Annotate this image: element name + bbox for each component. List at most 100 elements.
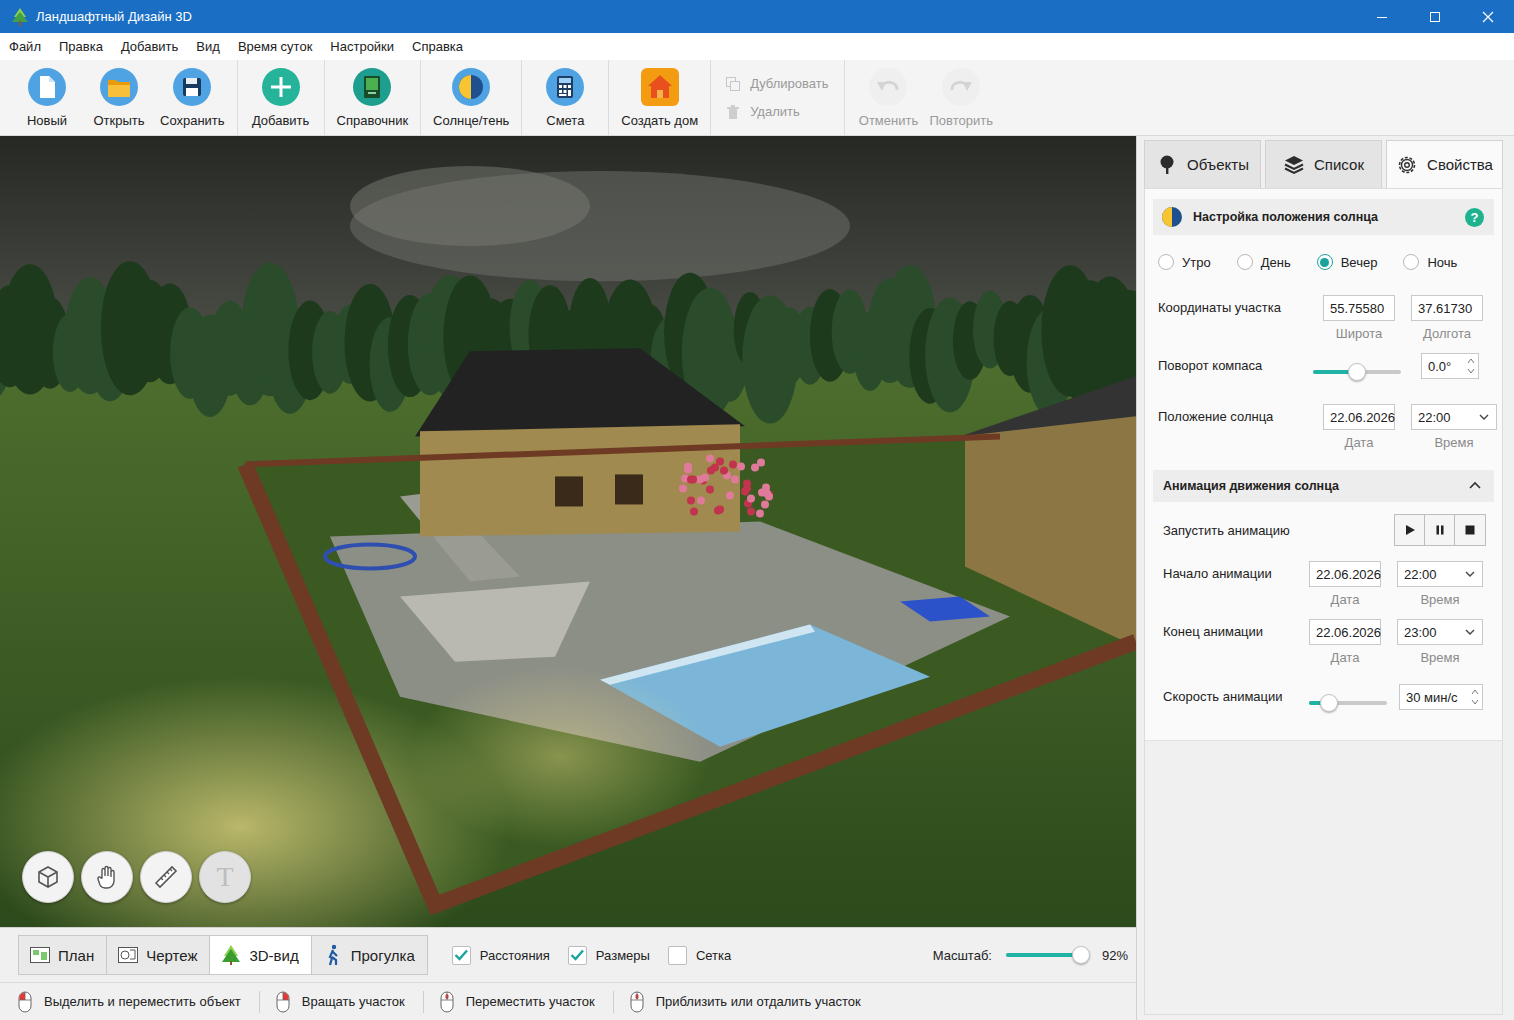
menu-item[interactable]: Справка <box>403 35 472 58</box>
toolbar-button-label: Дублировать <box>750 76 828 91</box>
field: 22:00 Время <box>1397 561 1483 607</box>
ruler-icon <box>152 863 180 891</box>
view-3d[interactable]: T <box>0 136 1136 927</box>
checkbox[interactable] <box>668 946 687 965</box>
panel-tab[interactable]: Свойства <box>1386 140 1503 188</box>
view-options: Расстояния Размеры Сетка <box>452 946 731 965</box>
text-field[interactable]: 55.75580 <box>1323 295 1395 321</box>
toolbar-small-button[interactable]: Удалить <box>725 104 828 120</box>
window-title: Ландшафтный Дизайн 3D <box>36 9 192 24</box>
toolbar-button[interactable]: Справочник <box>332 60 414 135</box>
pause-button[interactable] <box>1425 515 1455 545</box>
view-option[interactable]: Расстояния <box>452 946 550 965</box>
status-hint: Выделить и переместить объект <box>18 991 260 1013</box>
field-value: 55.75580 <box>1330 301 1384 316</box>
toolbar-button[interactable]: Смета <box>529 60 601 135</box>
toolbar-button[interactable]: Создать дом <box>616 60 703 135</box>
time-of-day: Утро День Вечер Ночь <box>1153 251 1494 273</box>
time-select[interactable]: 23:00 <box>1397 619 1483 645</box>
create-house-icon <box>640 67 680 107</box>
view-mode-tab[interactable]: План <box>19 936 107 974</box>
view-tool-button[interactable]: T <box>199 851 251 903</box>
text-field[interactable]: 22.06.2026 <box>1309 561 1381 587</box>
close-button[interactable] <box>1461 0 1514 33</box>
animation-header[interactable]: Анимация движения солнца <box>1153 470 1494 502</box>
slider-thumb[interactable] <box>1348 363 1366 381</box>
menu-item[interactable]: Правка <box>50 35 112 58</box>
time-select[interactable]: 22:00 <box>1411 404 1497 430</box>
radio[interactable] <box>1158 254 1174 270</box>
speed-slider[interactable] <box>1309 701 1387 705</box>
panel-tab[interactable]: Список <box>1265 140 1382 188</box>
garden-scene[interactable] <box>0 136 1136 927</box>
field-value: 22:00 <box>1418 410 1451 425</box>
slider-thumb[interactable] <box>1320 694 1338 712</box>
text-field[interactable]: 22.06.2026 <box>1309 619 1381 645</box>
toolbar-button[interactable]: Отменить <box>852 60 924 135</box>
help-button[interactable]: ? <box>1465 208 1484 227</box>
view-mode-tab[interactable]: 3D-вид <box>210 936 311 974</box>
row-label: Запустить анимацию <box>1163 523 1394 538</box>
panel-tab[interactable]: Объекты <box>1144 140 1261 188</box>
scale-slider[interactable] <box>1006 953 1088 957</box>
spin-arrows-icon <box>1466 355 1476 377</box>
radio-label: День <box>1261 255 1291 270</box>
time-select[interactable]: 22:00 <box>1397 561 1483 587</box>
time-of-day-option[interactable]: Ночь <box>1403 254 1457 270</box>
main-area: T ПланЧертеж3D-видПрогулка Расстояния Разме… <box>0 136 1514 1020</box>
view-mode-tab[interactable]: Прогулка <box>312 936 427 974</box>
time-of-day-option[interactable]: Утро <box>1158 254 1211 270</box>
toolbar-small-button[interactable]: Дублировать <box>725 76 828 92</box>
new-file-icon <box>27 67 67 107</box>
view-mode-tab[interactable]: Чертеж <box>107 936 210 974</box>
menu-item[interactable]: Время суток <box>229 35 321 58</box>
text-tool-label: T <box>216 861 233 893</box>
view-tool-button[interactable] <box>81 851 133 903</box>
toolbar-button[interactable]: Солнце/тень <box>428 60 514 135</box>
view-option[interactable]: Сетка <box>668 946 731 965</box>
toolbar-button[interactable]: Повторить <box>924 60 997 135</box>
text-field[interactable]: 37.61730 <box>1411 295 1483 321</box>
radio[interactable] <box>1317 254 1333 270</box>
toolbar-button[interactable]: Добавить <box>245 60 317 135</box>
status-text: Выделить и переместить объект <box>44 994 241 1009</box>
time-of-day-option[interactable]: День <box>1237 254 1291 270</box>
toolbar-button-label: Удалить <box>750 104 800 119</box>
play-button[interactable] <box>1395 515 1425 545</box>
status-hint: Вращать участок <box>276 991 424 1013</box>
slider-thumb[interactable] <box>1072 946 1090 964</box>
undo-arrow-icon <box>868 67 908 107</box>
field-caption: Время <box>1420 592 1459 607</box>
compass-slider[interactable] <box>1313 370 1401 374</box>
radio[interactable] <box>1403 254 1419 270</box>
toolbar-button[interactable]: Новый <box>11 60 83 135</box>
drawing-icon <box>117 944 139 966</box>
maximize-button[interactable] <box>1408 0 1461 33</box>
stop-button[interactable] <box>1455 515 1485 545</box>
scale-reading: 92% <box>1102 948 1128 963</box>
time-of-day-option[interactable]: Вечер <box>1317 254 1378 270</box>
maximize-icon <box>1429 11 1441 23</box>
field-caption: Широта <box>1336 326 1382 341</box>
view-tool-button[interactable] <box>22 851 74 903</box>
field-row: Координаты участка55.75580Широта37.61730… <box>1153 295 1494 341</box>
minimize-button[interactable] <box>1355 0 1408 33</box>
view-tool-button[interactable] <box>140 851 192 903</box>
menu-item[interactable]: Добавить <box>112 35 187 58</box>
toolbar-button-label: Повторить <box>929 113 992 128</box>
compass-spinner[interactable]: 0.0° <box>1421 353 1479 379</box>
toolbar-button[interactable]: Сохранить <box>155 60 230 135</box>
view-option[interactable]: Размеры <box>568 946 650 965</box>
checkbox[interactable] <box>452 946 471 965</box>
radio[interactable] <box>1237 254 1253 270</box>
menu-item[interactable]: Вид <box>187 35 229 58</box>
field: 22.06.2026Дата <box>1309 561 1381 607</box>
toolbar-button[interactable]: Открыть <box>83 60 155 135</box>
checkbox[interactable] <box>568 946 587 965</box>
speed-spinner[interactable]: 30 мин/с <box>1399 684 1483 710</box>
stop-icon <box>1464 524 1476 536</box>
menu-item[interactable]: Файл <box>0 35 50 58</box>
menu-item[interactable]: Настройки <box>321 35 403 58</box>
text-field[interactable]: 22.06.2026 <box>1323 404 1395 430</box>
toolbar-group: Добавить <box>238 60 325 135</box>
